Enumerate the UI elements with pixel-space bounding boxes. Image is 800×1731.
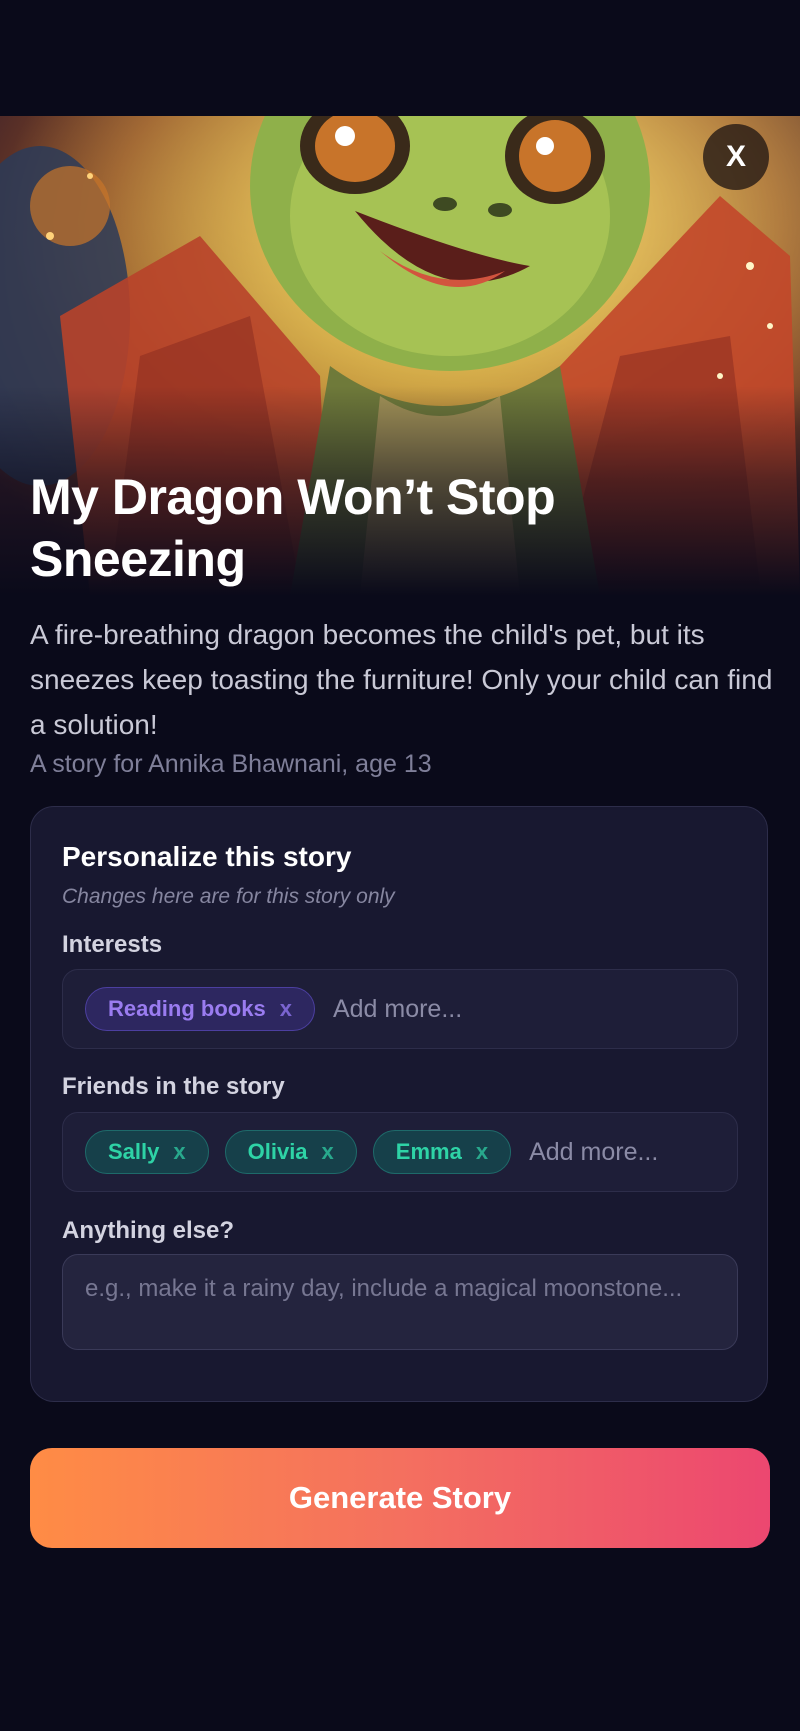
close-icon: X: [725, 140, 746, 173]
friend-chip-olivia[interactable]: Olivia x: [224, 1130, 357, 1174]
extra-notes-input[interactable]: [62, 1254, 738, 1350]
extra-label: Anything else?: [62, 1217, 235, 1244]
story-description: A fire-breathing dragon becomes the chil…: [30, 619, 773, 740]
close-button[interactable]: X: [703, 124, 769, 190]
remove-friend-icon[interactable]: x: [322, 1139, 334, 1165]
friend-chip-label: Olivia: [247, 1139, 308, 1164]
interest-chip-label: Reading books: [108, 996, 266, 1021]
friend-chip-label: Emma: [395, 1139, 462, 1164]
friend-chip-emma[interactable]: Emma x: [372, 1130, 512, 1174]
personalize-title: Personalize this story: [62, 841, 352, 872]
friends-field[interactable]: Sally x Olivia x Emma x: [62, 1112, 738, 1192]
interests-field[interactable]: Reading books x: [62, 969, 738, 1049]
remove-friend-icon[interactable]: x: [476, 1139, 488, 1165]
remove-interest-icon[interactable]: x: [280, 996, 292, 1022]
story-title: My Dragon Won’t Stop Sneezing: [30, 469, 556, 587]
personalize-subtitle: Changes here are for this story only: [62, 885, 395, 908]
friends-label: Friends in the story: [62, 1073, 285, 1100]
story-byline: A story for Annika Bhawnani, age 13: [30, 750, 432, 778]
remove-friend-icon[interactable]: x: [173, 1139, 185, 1165]
interest-chip[interactable]: Reading books x: [85, 987, 315, 1031]
friends-add-input[interactable]: [529, 1137, 690, 1167]
friend-chip-label: Sally: [108, 1139, 160, 1164]
friend-chip-sally[interactable]: Sally x: [85, 1130, 209, 1174]
personalize-card: Personalize this story Changes here are …: [30, 806, 768, 1402]
interests-label: Interests: [62, 931, 163, 958]
interests-add-input[interactable]: [332, 994, 493, 1024]
top-safe-area: [0, 0, 800, 116]
generate-story-button[interactable]: Generate Story: [30, 1448, 770, 1548]
